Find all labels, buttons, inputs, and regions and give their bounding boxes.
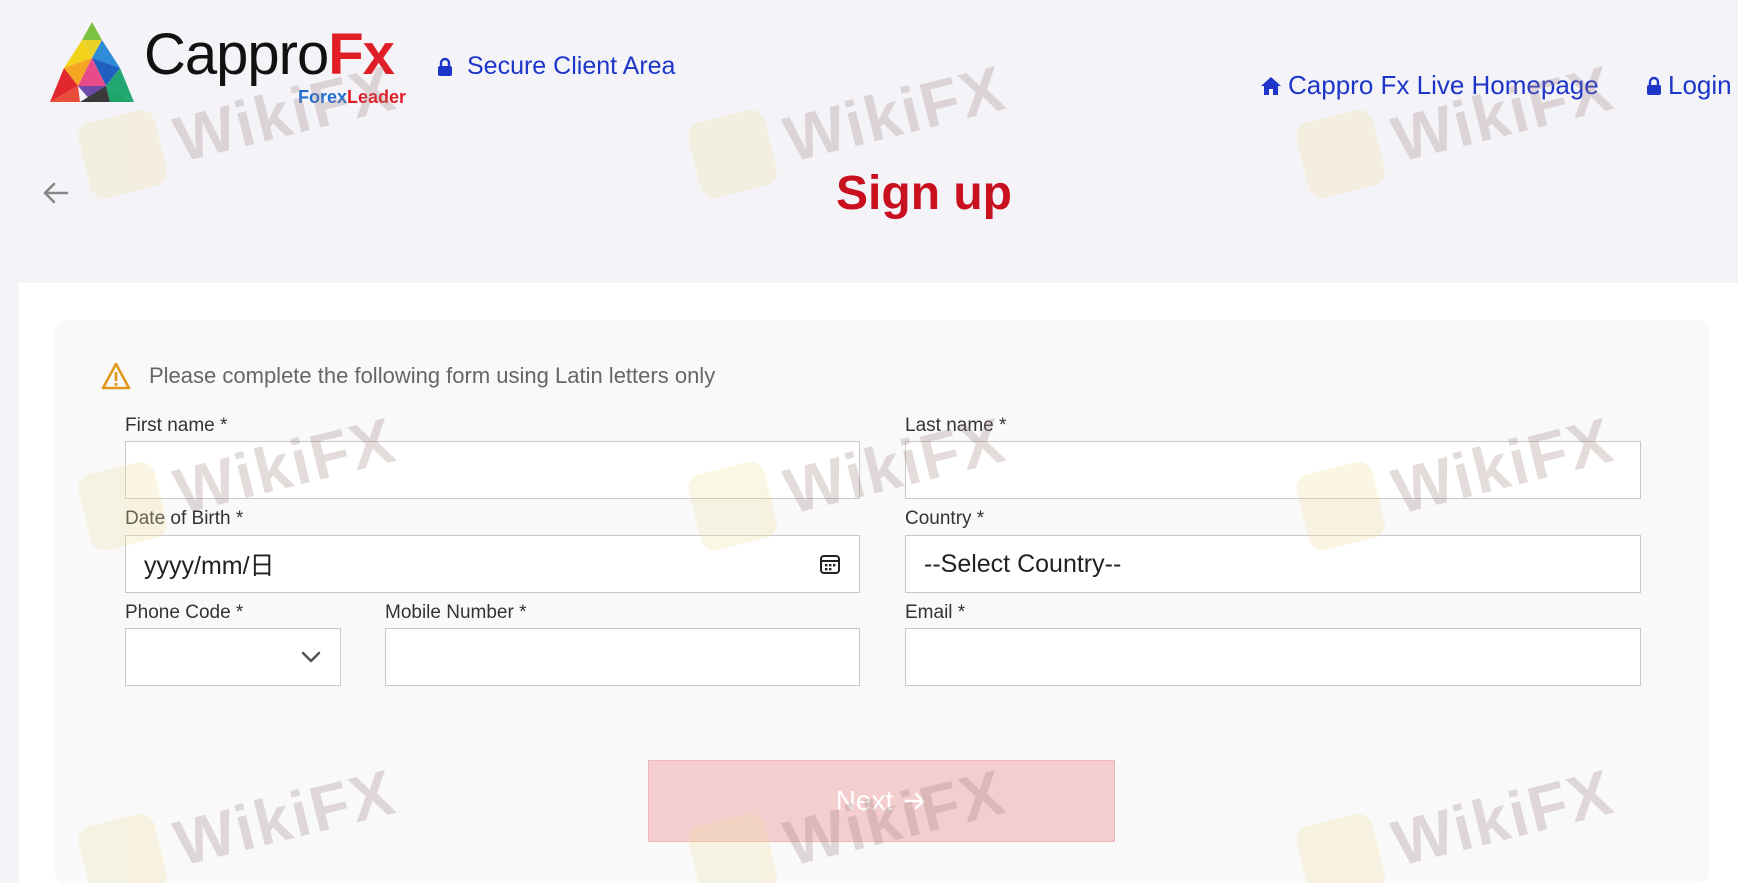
login-link[interactable]: Login [1646, 70, 1732, 101]
phone-code-select[interactable] [125, 628, 341, 686]
mobile-number-label: Mobile Number * [385, 602, 527, 623]
calendar-button[interactable] [819, 553, 841, 575]
next-button-label: Next [835, 785, 894, 816]
logo-tagline: ForexLeader [298, 87, 407, 107]
latin-letters-notice: Please complete the following form using… [101, 362, 715, 390]
first-name-label: First name * [125, 415, 228, 436]
phone-code-label: Phone Code * [125, 602, 244, 623]
lock-icon [1647, 76, 1661, 95]
last-name-field[interactable] [905, 441, 1641, 499]
dob-label: Date of Birth * [125, 508, 244, 529]
logo-triangle-icon [50, 22, 134, 102]
signup-form-card: Please complete the following form using… [55, 320, 1709, 883]
lock-icon [438, 57, 452, 76]
country-selected-value: --Select Country-- [924, 549, 1122, 578]
home-link-label: Cappro Fx Live Homepage [1288, 70, 1599, 100]
phone-code-dropdown-toggle[interactable] [300, 650, 322, 664]
dob-field[interactable]: yyyy/mm/日 [125, 535, 860, 593]
secure-client-area: Secure Client Area [437, 52, 675, 81]
signup-page: CapproFx ForexLeader Secure Client Area … [0, 0, 1738, 883]
brand-logo[interactable]: CapproFx ForexLeader [40, 22, 420, 114]
notice-text: Please complete the following form using… [149, 363, 716, 388]
home-icon [1261, 76, 1281, 95]
login-link-label: Login [1668, 70, 1732, 100]
home-link[interactable]: Cappro Fx Live Homepage [1260, 70, 1599, 101]
arrow-right-icon [904, 792, 925, 810]
last-name-label: Last name * [905, 415, 1007, 436]
warning-icon [101, 362, 131, 390]
dob-placeholder: yyyy/mm/日 [144, 552, 275, 580]
secure-client-area-label: Secure Client Area [467, 52, 676, 80]
country-select[interactable]: --Select Country-- [905, 535, 1641, 593]
logo-wordmark: CapproFx [144, 22, 395, 87]
email-label: Email * [905, 602, 966, 623]
chevron-down-icon [301, 651, 321, 663]
page-title: Sign up [836, 167, 1012, 220]
country-label: Country * [905, 508, 985, 529]
first-name-field[interactable] [125, 441, 860, 499]
main-content: Please complete the following form using… [19, 283, 1738, 883]
next-button[interactable]: Next [648, 760, 1115, 842]
mobile-number-field[interactable] [385, 628, 860, 686]
email-field[interactable] [905, 628, 1641, 686]
calendar-icon [820, 555, 840, 574]
